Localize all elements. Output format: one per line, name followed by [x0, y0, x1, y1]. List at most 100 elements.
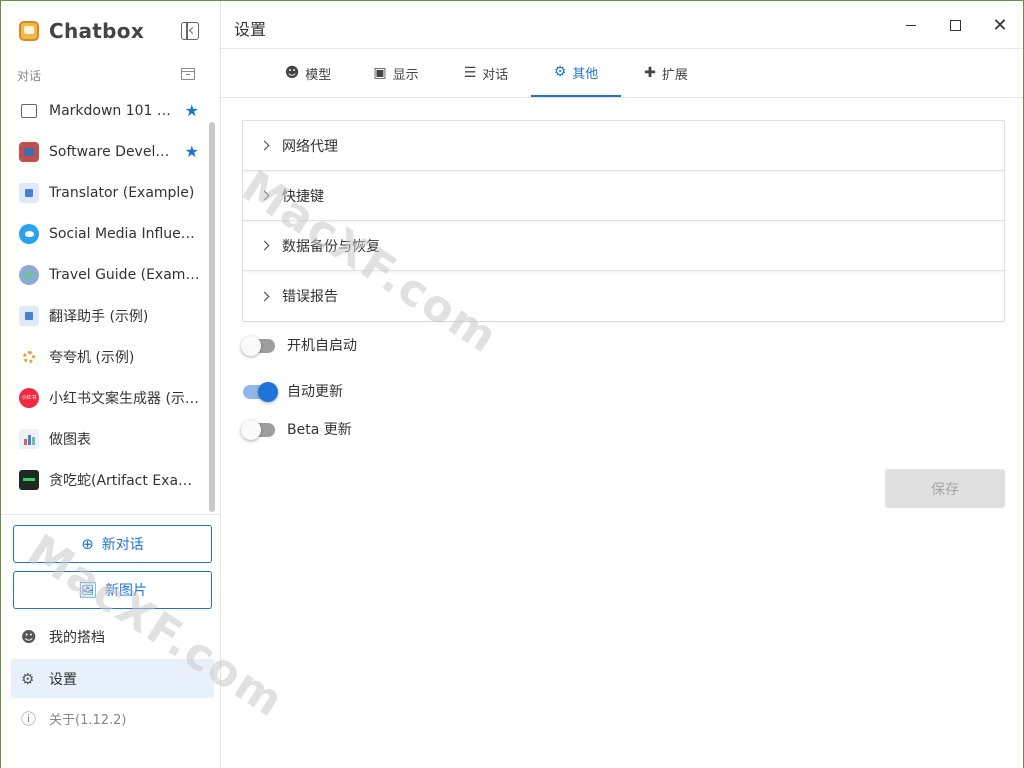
beta-update-toggle[interactable]: [241, 419, 277, 440]
robot-icon: ☻: [284, 65, 300, 81]
conversation-item[interactable]: Software Developer ★: [1, 131, 211, 172]
tab-chat[interactable]: ☰ 对话: [451, 49, 521, 97]
auto-update-toggle[interactable]: [241, 381, 278, 402]
conversation-item[interactable]: Markdown 101 (Example) ★: [1, 90, 211, 131]
autostart-row: 开机自启动: [241, 331, 357, 359]
accordion-error-report[interactable]: 错误报告: [243, 271, 1004, 321]
chevron-right-icon: [259, 240, 270, 251]
conversation-item[interactable]: Social Media Influencer: [1, 213, 211, 254]
tab-label: 其他: [572, 66, 599, 82]
chevron-right-icon: [259, 140, 270, 151]
sidebar: Chatbox 对话 Markdown 101 (Example) ★ Soft…: [1, 1, 221, 768]
conversation-label: Translator (Example): [49, 184, 195, 201]
robot-icon: ☻: [21, 627, 37, 646]
toggle-label: 自动更新: [287, 384, 343, 400]
chevron-right-icon: [259, 190, 270, 201]
developer-avatar-icon: [19, 141, 39, 162]
conversation-label: 翻译助手 (示例): [49, 308, 149, 325]
settings-label: 设置: [49, 671, 77, 688]
settings-nav[interactable]: ⚙ 设置: [11, 659, 214, 698]
beta-update-row: Beta 更新: [241, 415, 352, 443]
gear-icon: ⚙: [553, 64, 567, 80]
switch-thumb: [241, 336, 261, 356]
translator-icon: [19, 305, 39, 326]
accordion-label: 错误报告: [282, 289, 338, 305]
star-icon[interactable]: ★: [185, 142, 199, 161]
chat-bubble-icon: [21, 103, 37, 118]
chart-icon: [19, 428, 39, 449]
tab-display[interactable]: ▣ 显示: [361, 49, 431, 97]
tab-label: 对话: [482, 67, 509, 83]
gear-icon: ⚙: [21, 669, 35, 688]
conversation-label: Software Developer: [49, 143, 175, 160]
accordion-label: 网络代理: [282, 138, 338, 155]
twitter-bird-icon: [19, 223, 39, 244]
conversation-label: Travel Guide (Example): [49, 266, 203, 283]
chat-icon: ☰: [463, 65, 477, 81]
maximize-button[interactable]: [945, 15, 965, 35]
accordion-network-proxy[interactable]: 网络代理: [243, 121, 1004, 171]
archive-icon[interactable]: [181, 68, 195, 80]
accordion-backup-restore[interactable]: 数据备份与恢复: [243, 221, 1004, 271]
new-image-label: 新图片: [105, 583, 148, 599]
tab-extensions[interactable]: ✚ 扩展: [631, 49, 701, 97]
conversations-section-label: 对话: [17, 69, 42, 83]
tab-other[interactable]: ⚙ 其他: [531, 49, 621, 97]
conversation-label: Social Media Influencer: [49, 225, 203, 242]
chevron-right-icon: [259, 291, 270, 301]
chatbox-logo-icon: [19, 21, 39, 41]
image-add-icon: 🖼: [77, 581, 98, 599]
sidebar-scrollbar[interactable]: [209, 122, 215, 512]
snake-game-icon: [19, 469, 39, 490]
conversation-item[interactable]: 夸夸机 (示例): [1, 336, 211, 377]
autostart-toggle[interactable]: [241, 335, 277, 356]
about-nav[interactable]: ⓘ 关于(1.12.2): [11, 699, 214, 738]
app-name: Chatbox: [49, 19, 145, 43]
accordion-label: 快捷键: [282, 188, 324, 205]
sidebar-collapse-icon[interactable]: [181, 22, 199, 40]
new-chat-button[interactable]: ⊕ 新对话: [13, 525, 212, 563]
new-chat-label: 新对话: [101, 537, 144, 553]
my-copilots-label: 我的搭档: [49, 629, 105, 646]
tab-model[interactable]: ☻ 模型: [273, 49, 343, 97]
conversation-label: 小红书文案生成器 (示例): [49, 390, 203, 407]
accordion-label: 数据备份与恢复: [282, 238, 380, 255]
conversation-item[interactable]: 小红书 小红书文案生成器 (示例): [1, 377, 211, 418]
tab-label: 模型: [305, 67, 332, 83]
plus-circle-icon: ⊕: [81, 535, 94, 553]
main-panel: 设置 ✕ ☻ 模型 ▣ 显示 ☰ 对话 ⚙ 其他 ✚ 扩展 网络代理 快捷键 数…: [221, 1, 1023, 768]
globe-icon: [19, 264, 39, 285]
conversation-item[interactable]: 做图表: [1, 418, 211, 459]
settings-tabs: ☻ 模型 ▣ 显示 ☰ 对话 ⚙ 其他 ✚ 扩展: [221, 49, 1023, 98]
translator-icon: [19, 182, 39, 203]
new-image-button[interactable]: 🖼 新图片: [13, 571, 212, 609]
title-bar: 设置 ✕: [221, 1, 1023, 49]
switch-thumb: [258, 382, 278, 402]
brand: Chatbox: [19, 18, 144, 44]
settings-accordion: 网络代理 快捷键 数据备份与恢复 错误报告: [242, 120, 1005, 322]
minimize-button[interactable]: [901, 15, 921, 35]
conversation-item[interactable]: 翻译助手 (示例): [1, 295, 211, 336]
app-window: Chatbox 对话 Markdown 101 (Example) ★ Soft…: [0, 0, 1024, 768]
sidebar-divider: [1, 514, 220, 515]
tab-label: 扩展: [661, 67, 688, 83]
conversation-label: 夸夸机 (示例): [49, 349, 135, 366]
page-title: 设置: [234, 20, 267, 39]
star-icon[interactable]: ★: [185, 101, 199, 120]
close-icon[interactable]: ✕: [990, 15, 1010, 36]
save-button[interactable]: 保存: [885, 469, 1005, 508]
xiaohongshu-icon-text: 小红书: [21, 395, 37, 401]
my-copilots-nav[interactable]: ☻ 我的搭档: [11, 617, 214, 656]
conversation-item[interactable]: Travel Guide (Example): [1, 254, 211, 295]
switch-thumb: [241, 420, 261, 440]
flower-icon: [19, 346, 39, 367]
tab-label: 显示: [392, 67, 419, 83]
accordion-shortcuts[interactable]: 快捷键: [243, 171, 1004, 221]
about-label: 关于(1.12.2): [49, 713, 127, 728]
conversation-item[interactable]: Translator (Example): [1, 172, 211, 213]
conversation-list: Markdown 101 (Example) ★ Software Develo…: [1, 90, 211, 500]
info-icon: ⓘ: [21, 710, 37, 728]
display-icon: ▣: [373, 65, 387, 81]
conversation-item[interactable]: 贪吃蛇(Artifact Example): [1, 459, 211, 500]
puzzle-icon: ✚: [644, 65, 656, 81]
